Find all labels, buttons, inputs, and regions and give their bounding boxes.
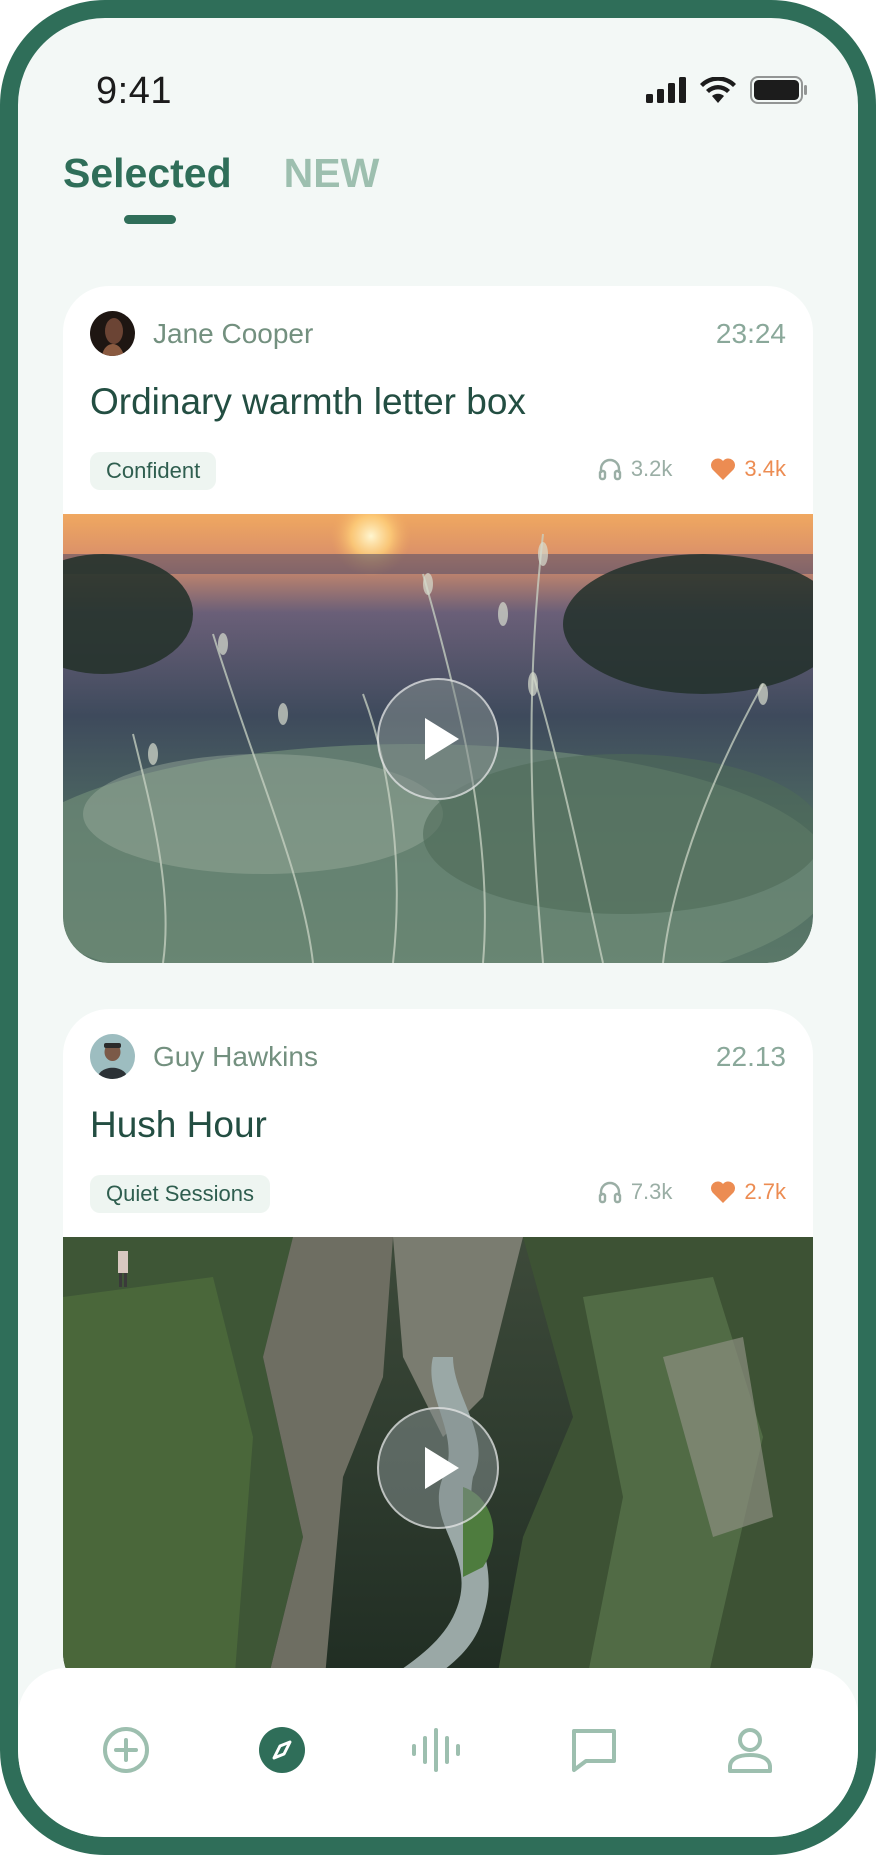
add-circle-icon[interactable] bbox=[96, 1720, 156, 1780]
tab-new[interactable]: NEW bbox=[284, 150, 380, 197]
avatar[interactable] bbox=[90, 311, 135, 356]
play-icon bbox=[425, 1447, 459, 1489]
compass-icon[interactable] bbox=[252, 1720, 312, 1780]
headphones-icon bbox=[598, 1181, 622, 1204]
post-card[interactable]: Jane Cooper 23:24 Ordinary warmth letter… bbox=[63, 286, 813, 963]
battery-icon bbox=[750, 76, 807, 104]
sunset-grass-image[interactable] bbox=[63, 514, 813, 963]
tab-bar: Selected NEW bbox=[63, 150, 379, 197]
post-time: 23:24 bbox=[715, 318, 786, 349]
phone-frame: 9:41 Selected NEW Jane Cooper 23:24 Ordi… bbox=[0, 0, 876, 1855]
status-icons bbox=[646, 76, 808, 104]
heart-icon[interactable] bbox=[710, 457, 736, 481]
author-name[interactable]: Guy Hawkins bbox=[153, 1041, 318, 1073]
wifi-icon bbox=[700, 77, 736, 103]
author-name[interactable]: Jane Cooper bbox=[153, 318, 313, 350]
like-count: 2.7k bbox=[744, 1179, 786, 1204]
post-time: 22.13 bbox=[715, 1041, 786, 1072]
play-button[interactable] bbox=[377, 1407, 499, 1529]
chat-icon[interactable] bbox=[564, 1720, 624, 1780]
mood-tag[interactable]: Confident bbox=[90, 452, 217, 490]
mood-tag[interactable]: Quiet Sessions bbox=[90, 1175, 270, 1213]
like-count: 3.4k bbox=[744, 456, 786, 481]
play-icon bbox=[425, 717, 459, 760]
profile-icon[interactable] bbox=[720, 1720, 780, 1780]
listen-count: 3.2k bbox=[630, 456, 673, 481]
listen-count: 7.3k bbox=[630, 1179, 673, 1204]
waveform-icon[interactable] bbox=[408, 1720, 468, 1780]
bottom-nav bbox=[18, 1668, 858, 1837]
heart-icon[interactable] bbox=[710, 1180, 736, 1204]
tab-selected[interactable]: Selected bbox=[63, 150, 232, 197]
status-time: 9:41 bbox=[96, 70, 172, 112]
avatar[interactable] bbox=[90, 1034, 135, 1079]
headphones-icon bbox=[598, 458, 622, 481]
play-button[interactable] bbox=[377, 677, 499, 800]
signal-icon bbox=[646, 77, 686, 103]
tab-indicator bbox=[124, 215, 176, 224]
post-title[interactable]: Ordinary warmth letter box bbox=[90, 381, 526, 423]
post-title[interactable]: Hush Hour bbox=[90, 1104, 267, 1146]
status-bar: 9:41 bbox=[18, 18, 858, 148]
post-card[interactable]: Guy Hawkins 22.13 Hush Hour Quiet Sessio… bbox=[63, 1009, 813, 1699]
canyon-river-image[interactable] bbox=[63, 1237, 813, 1699]
post-stats: 7.3k 2.7k bbox=[597, 1179, 786, 1205]
post-stats: 3.2k 3.4k bbox=[597, 456, 786, 482]
